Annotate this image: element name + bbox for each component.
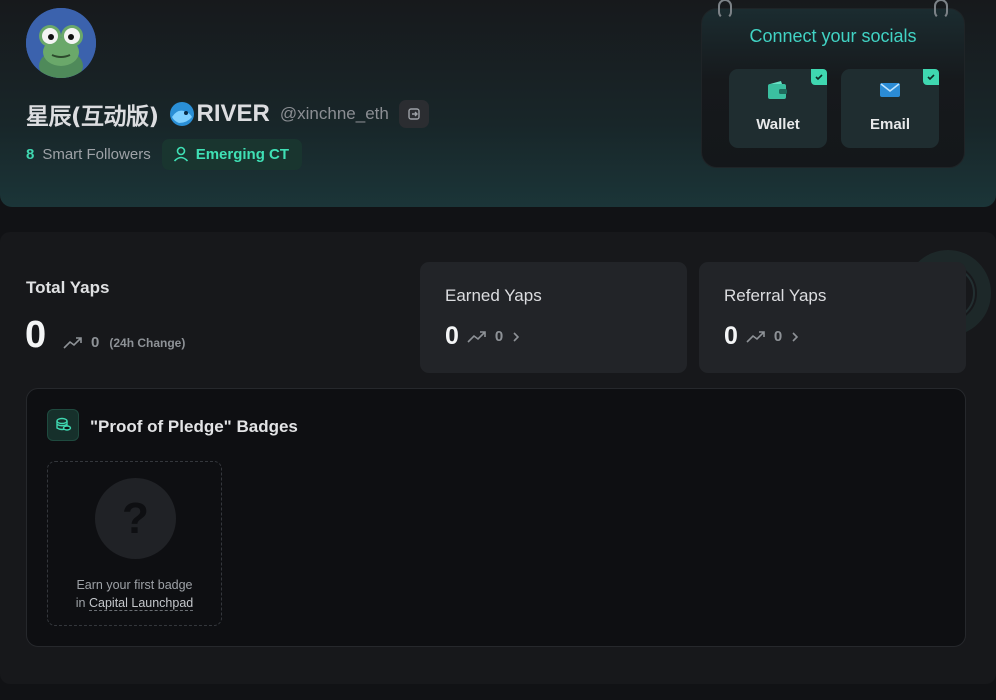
logout-icon	[408, 108, 420, 120]
capital-launchpad-link[interactable]: Capital Launchpad	[88, 596, 194, 611]
wallet-icon	[768, 81, 787, 99]
trend-up-icon	[746, 330, 765, 343]
badge-hint: Earn your first badge in Capital Launchp…	[48, 576, 221, 612]
ring-decoration	[718, 0, 732, 19]
connect-socials-title: Connect your socials	[749, 26, 917, 46]
display-name: 星辰(互动版)	[26, 104, 159, 130]
question-mark-icon: ?	[95, 478, 176, 559]
chevron-right-icon	[513, 331, 520, 342]
tag-label: Emerging CT	[195, 145, 290, 163]
check-icon	[923, 69, 939, 85]
referral-yaps-change: 0	[773, 328, 783, 345]
earned-yaps-label: Earned Yaps	[445, 286, 542, 305]
name-row: 星辰(互动版) RIVER @xinchne_eth	[26, 98, 429, 130]
connect-socials-card: Connect your socials Wallet Email	[701, 0, 965, 168]
river-label: RIVER	[196, 100, 270, 127]
user-icon	[173, 146, 188, 162]
check-icon	[811, 69, 827, 85]
frog-avatar-icon	[26, 8, 96, 78]
chevron-right-icon	[792, 331, 799, 342]
logout-button[interactable]	[398, 100, 429, 128]
badges-title: "Proof of Pledge" Badges	[90, 417, 298, 436]
badges-card: "Proof of Pledge" Badges ? Earn your fir…	[26, 388, 966, 647]
trend-up-icon	[63, 336, 82, 349]
badge-hint-in: in	[75, 596, 86, 610]
smart-followers-count: 8	[26, 145, 35, 163]
ring-decoration	[934, 0, 948, 19]
referral-yaps-value: 0	[724, 322, 738, 350]
total-yaps-change: 0 (24h Change)	[63, 334, 185, 351]
emerging-ct-badge: Emerging CT	[161, 138, 303, 170]
email-label: Email	[869, 116, 911, 133]
connect-email-button[interactable]: Email	[841, 69, 939, 148]
earned-yaps-change: 0	[494, 328, 504, 345]
avatar[interactable]	[26, 8, 96, 78]
change-period-note: (24h Change)	[109, 335, 186, 350]
referral-yaps-label: Referral Yaps	[724, 286, 827, 305]
river-emoji-icon	[169, 102, 194, 126]
smart-followers-label: Smart Followers	[42, 145, 151, 163]
badge-hint-text: Earn your first badge	[76, 578, 193, 592]
earned-yaps-value: 0	[445, 322, 459, 350]
empty-badge-slot[interactable]: ? Earn your first badge in Capital Launc…	[47, 461, 222, 626]
trend-up-icon	[467, 330, 486, 343]
smart-followers-row: 8 Smart Followers Emerging CT	[26, 138, 303, 170]
user-handle: @xinchne_eth	[279, 104, 389, 123]
referral-yaps-card[interactable]: Referral Yaps 0 0	[699, 262, 966, 373]
coins-icon	[47, 409, 79, 441]
connect-wallet-button[interactable]: Wallet	[729, 69, 827, 148]
earned-yaps-card[interactable]: Earned Yaps 0 0	[420, 262, 687, 373]
email-icon	[880, 83, 900, 97]
total-yaps-label: Total Yaps	[26, 278, 110, 297]
total-change-value: 0	[91, 334, 100, 351]
total-yaps-value: 0	[25, 314, 47, 356]
wallet-label: Wallet	[756, 116, 800, 133]
